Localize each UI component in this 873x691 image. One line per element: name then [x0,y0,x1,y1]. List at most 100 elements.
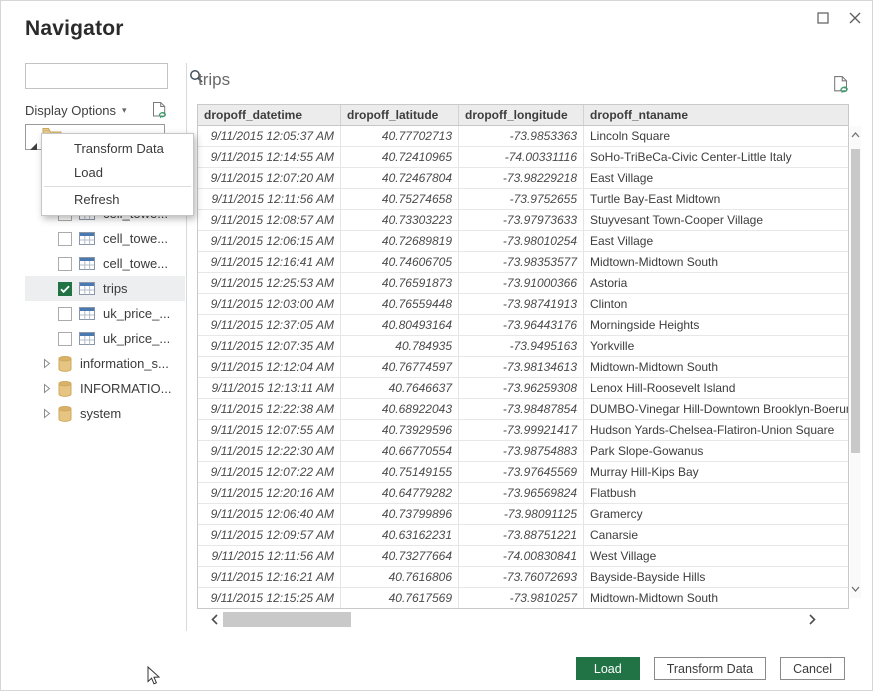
table-cell: -73.9495163 [459,336,584,356]
scroll-up-icon[interactable] [850,128,861,142]
table-row: 9/11/2015 12:22:30 AM40.66770554-73.9875… [198,441,848,462]
table-cell: 9/11/2015 12:22:30 AM [198,441,341,461]
table-icon [79,232,95,245]
checkbox-unchecked-icon[interactable] [58,307,72,321]
table-row: 9/11/2015 12:09:57 AM40.63162231-73.8875… [198,525,848,546]
preview-title: trips [198,70,230,90]
table-row: 9/11/2015 12:11:56 AM40.75274658-73.9752… [198,189,848,210]
tree-item-trips[interactable]: trips [25,276,185,301]
chevron-collapsed-icon[interactable] [43,358,51,369]
table-cell: 40.75274658 [341,189,459,209]
tree-item-uk-price-1[interactable]: uk_price_... [25,301,185,326]
table-cell: -73.97645569 [459,462,584,482]
scroll-left-icon[interactable] [207,611,221,628]
database-icon [58,381,72,397]
table-cell: -73.9752655 [459,189,584,209]
table-cell: 9/11/2015 12:15:25 AM [198,588,341,608]
chevron-collapsed-icon[interactable] [43,408,51,419]
cancel-button[interactable]: Cancel [780,657,845,680]
tree-item-information-s[interactable]: information_s... [25,351,185,376]
table-cell: 9/11/2015 12:37:05 AM [198,315,341,335]
table-cell: 40.72689819 [341,231,459,251]
table-cell: 40.66770554 [341,441,459,461]
tree-item-label: information_s... [80,356,169,371]
tree-item-information-caps[interactable]: INFORMATIO... [25,376,185,401]
menu-item-transform-data[interactable]: Transform Data [42,137,193,161]
checkbox-checked-icon[interactable] [58,282,72,296]
table-cell: 9/11/2015 12:09:57 AM [198,525,341,545]
menu-separator [44,186,191,187]
close-icon[interactable] [846,9,864,27]
tree-item-system[interactable]: system [25,401,185,426]
table-cell: -73.98229218 [459,168,584,188]
table-cell: 9/11/2015 12:16:41 AM [198,252,341,272]
table-cell: 40.80493164 [341,315,459,335]
table-cell: 9/11/2015 12:07:22 AM [198,462,341,482]
table-cell: -73.98487854 [459,399,584,419]
tree-item-cell-towe-3[interactable]: cell_towe... [25,251,185,276]
checkbox-unchecked-icon[interactable] [58,332,72,346]
table-cell: 40.73303223 [341,210,459,230]
table-cell: -73.98353577 [459,252,584,272]
table-cell: -73.9853363 [459,126,584,146]
table-row: 9/11/2015 12:13:11 AM40.7646637-73.96259… [198,378,848,399]
tree-item-cell-towe-2[interactable]: cell_towe... [25,226,185,251]
chevron-down-icon[interactable]: ▾ [122,105,127,116]
table-cell: 40.68922043 [341,399,459,419]
table-cell: Morningside Heights [584,315,848,335]
table-cell: -73.98134613 [459,357,584,377]
tree-expanded-icon[interactable] [29,138,38,156]
tree-item-label: uk_price_... [103,331,170,346]
table-row: 9/11/2015 12:25:53 AM40.76591873-73.9100… [198,273,848,294]
table-row: 9/11/2015 12:16:41 AM40.74606705-73.9835… [198,252,848,273]
vertical-scrollbar-thumb[interactable] [851,149,860,453]
table-cell: West Village [584,546,848,566]
menu-item-refresh[interactable]: Refresh [42,188,193,212]
tree-item-label: system [80,406,121,421]
vertical-scrollbar[interactable] [850,126,861,598]
table-row: 9/11/2015 12:08:57 AM40.73303223-73.9797… [198,210,848,231]
table-cell: 40.76591873 [341,273,459,293]
search-input[interactable] [26,64,189,88]
load-button[interactable]: Load [576,657,640,680]
scroll-right-icon[interactable] [805,611,819,628]
table-cell: Turtle Bay-East Midtown [584,189,848,209]
table-cell: 9/11/2015 12:20:16 AM [198,483,341,503]
table-icon [79,282,95,295]
horizontal-scrollbar-thumb[interactable] [223,612,351,627]
table-cell: Canarsie [584,525,848,545]
table-cell: -73.97973633 [459,210,584,230]
checkbox-unchecked-icon[interactable] [58,257,72,271]
table-icon [79,307,95,320]
table-cell: -73.98010254 [459,231,584,251]
refresh-preview-icon[interactable] [151,101,168,120]
table-cell: Bayside-Bayside Hills [584,567,848,587]
table-cell: 40.64779282 [341,483,459,503]
table-row: 9/11/2015 12:06:40 AM40.73799896-73.9809… [198,504,848,525]
table-cell: East Village [584,231,848,251]
table-cell: 40.73929596 [341,420,459,440]
refresh-preview-icon[interactable] [832,75,850,100]
preview-table-header: dropoff_datetimedropoff_latitudedropoff_… [198,105,848,126]
chevron-collapsed-icon[interactable] [43,383,51,394]
tree-item-uk-price-2[interactable]: uk_price_... [25,326,185,351]
tree-item-label: cell_towe... [103,231,168,246]
table-cell: -73.96443176 [459,315,584,335]
table-cell: Midtown-Midtown South [584,588,848,608]
checkbox-unchecked-icon[interactable] [58,232,72,246]
horizontal-scrollbar[interactable] [207,611,819,628]
tree-item-label: trips [103,281,128,296]
table-row: 9/11/2015 12:20:16 AM40.64779282-73.9656… [198,483,848,504]
table-cell: Hudson Yards-Chelsea-Flatiron-Union Squa… [584,420,848,440]
transform-data-button[interactable]: Transform Data [654,657,766,680]
search-box [25,63,168,89]
menu-item-load[interactable]: Load [42,161,193,185]
maximize-icon[interactable] [814,9,832,27]
table-cell: 9/11/2015 12:13:11 AM [198,378,341,398]
scroll-down-icon[interactable] [850,582,861,596]
display-options-dropdown[interactable]: Display Options [25,103,116,118]
table-cell: -73.98741913 [459,294,584,314]
table-cell: 9/11/2015 12:11:56 AM [198,189,341,209]
table-tree: cell_towe...cell_towe...cell_towe...trip… [25,201,185,426]
table-row: 9/11/2015 12:11:56 AM40.73277664-74.0083… [198,546,848,567]
